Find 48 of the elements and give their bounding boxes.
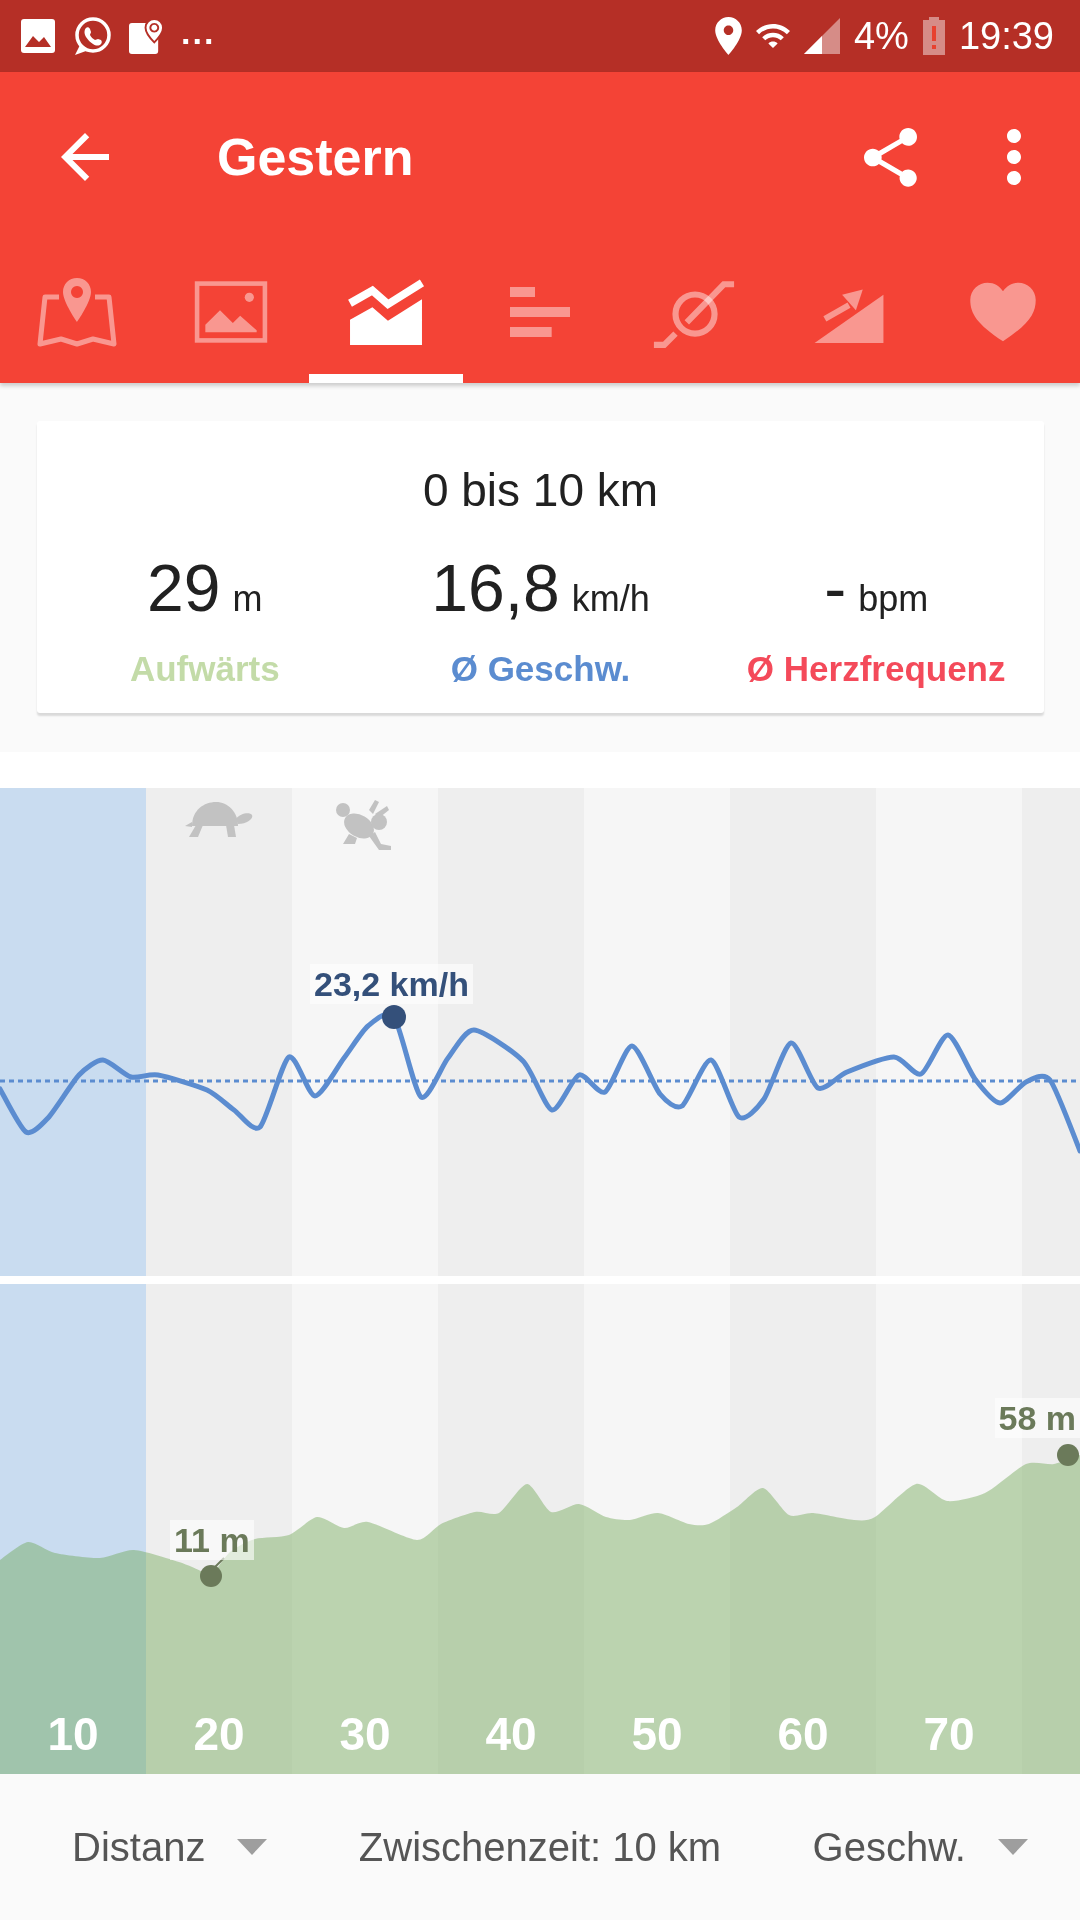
dropdown[interactable]: Distanz	[72, 1824, 268, 1870]
photo-icon	[193, 279, 270, 345]
distance-label: 10	[46, 1707, 100, 1761]
dropdown-caret-icon	[237, 1839, 268, 1855]
battery-low-icon	[922, 17, 945, 55]
share-icon	[864, 127, 917, 187]
battery-percent: 4%	[854, 14, 909, 58]
stat-value: 16,8	[431, 550, 560, 627]
distance-label: 70	[922, 1707, 976, 1761]
stat-value: -	[824, 550, 847, 627]
notification-overflow-text: ...	[181, 12, 216, 53]
max-elevation-marker-icon	[1057, 1444, 1079, 1466]
stat-unit: m	[232, 578, 263, 620]
distance-label: 60	[776, 1707, 830, 1761]
max-speed-label: 23,2 km/h	[310, 964, 473, 1004]
chat-bubble-icon	[72, 16, 112, 56]
dropdown[interactable]: Geschw.	[812, 1824, 1028, 1870]
location-pin-icon	[715, 17, 742, 55]
area-chart-icon	[345, 277, 426, 347]
arrow-left-icon	[61, 133, 109, 181]
stat-label: Ø Geschw.	[450, 648, 631, 690]
signal-icon	[804, 18, 840, 54]
max-speed-marker-icon	[382, 1005, 406, 1029]
distance-label: 40	[484, 1707, 538, 1761]
dropdown-caret-icon	[998, 1839, 1028, 1855]
more-options-button[interactable]	[1007, 129, 1021, 185]
distance-label: 30	[338, 1707, 392, 1761]
min-elevation-marker-icon	[200, 1565, 222, 1587]
stat-unit: bpm	[858, 578, 929, 620]
stat-label: Ø Herzfrequenz	[746, 648, 1006, 690]
range-title: 0 bis 10 km	[421, 463, 660, 518]
stat-unit: km/h	[571, 578, 650, 620]
distance-label: 20	[192, 1707, 246, 1761]
share-button[interactable]	[864, 127, 917, 187]
clock: 19:39	[958, 14, 1054, 58]
wifi-icon	[756, 23, 790, 49]
max-elevation-label: 58 m	[994, 1398, 1080, 1438]
distance-label: 50	[630, 1707, 684, 1761]
back-button[interactable]	[61, 133, 109, 181]
more-vertical-icon	[1007, 129, 1021, 185]
min-elevation-label: 11 m	[170, 1520, 254, 1560]
map-icon	[37, 276, 118, 348]
split-selector[interactable]: Zwischenzeit: 10 km	[358, 1824, 722, 1870]
stat-label: Aufwärts	[129, 648, 280, 690]
map-pin-tile-icon	[129, 18, 164, 54]
image-icon	[21, 19, 55, 53]
stat-value: 29	[147, 550, 221, 627]
screen-title: Gestern	[217, 127, 414, 187]
